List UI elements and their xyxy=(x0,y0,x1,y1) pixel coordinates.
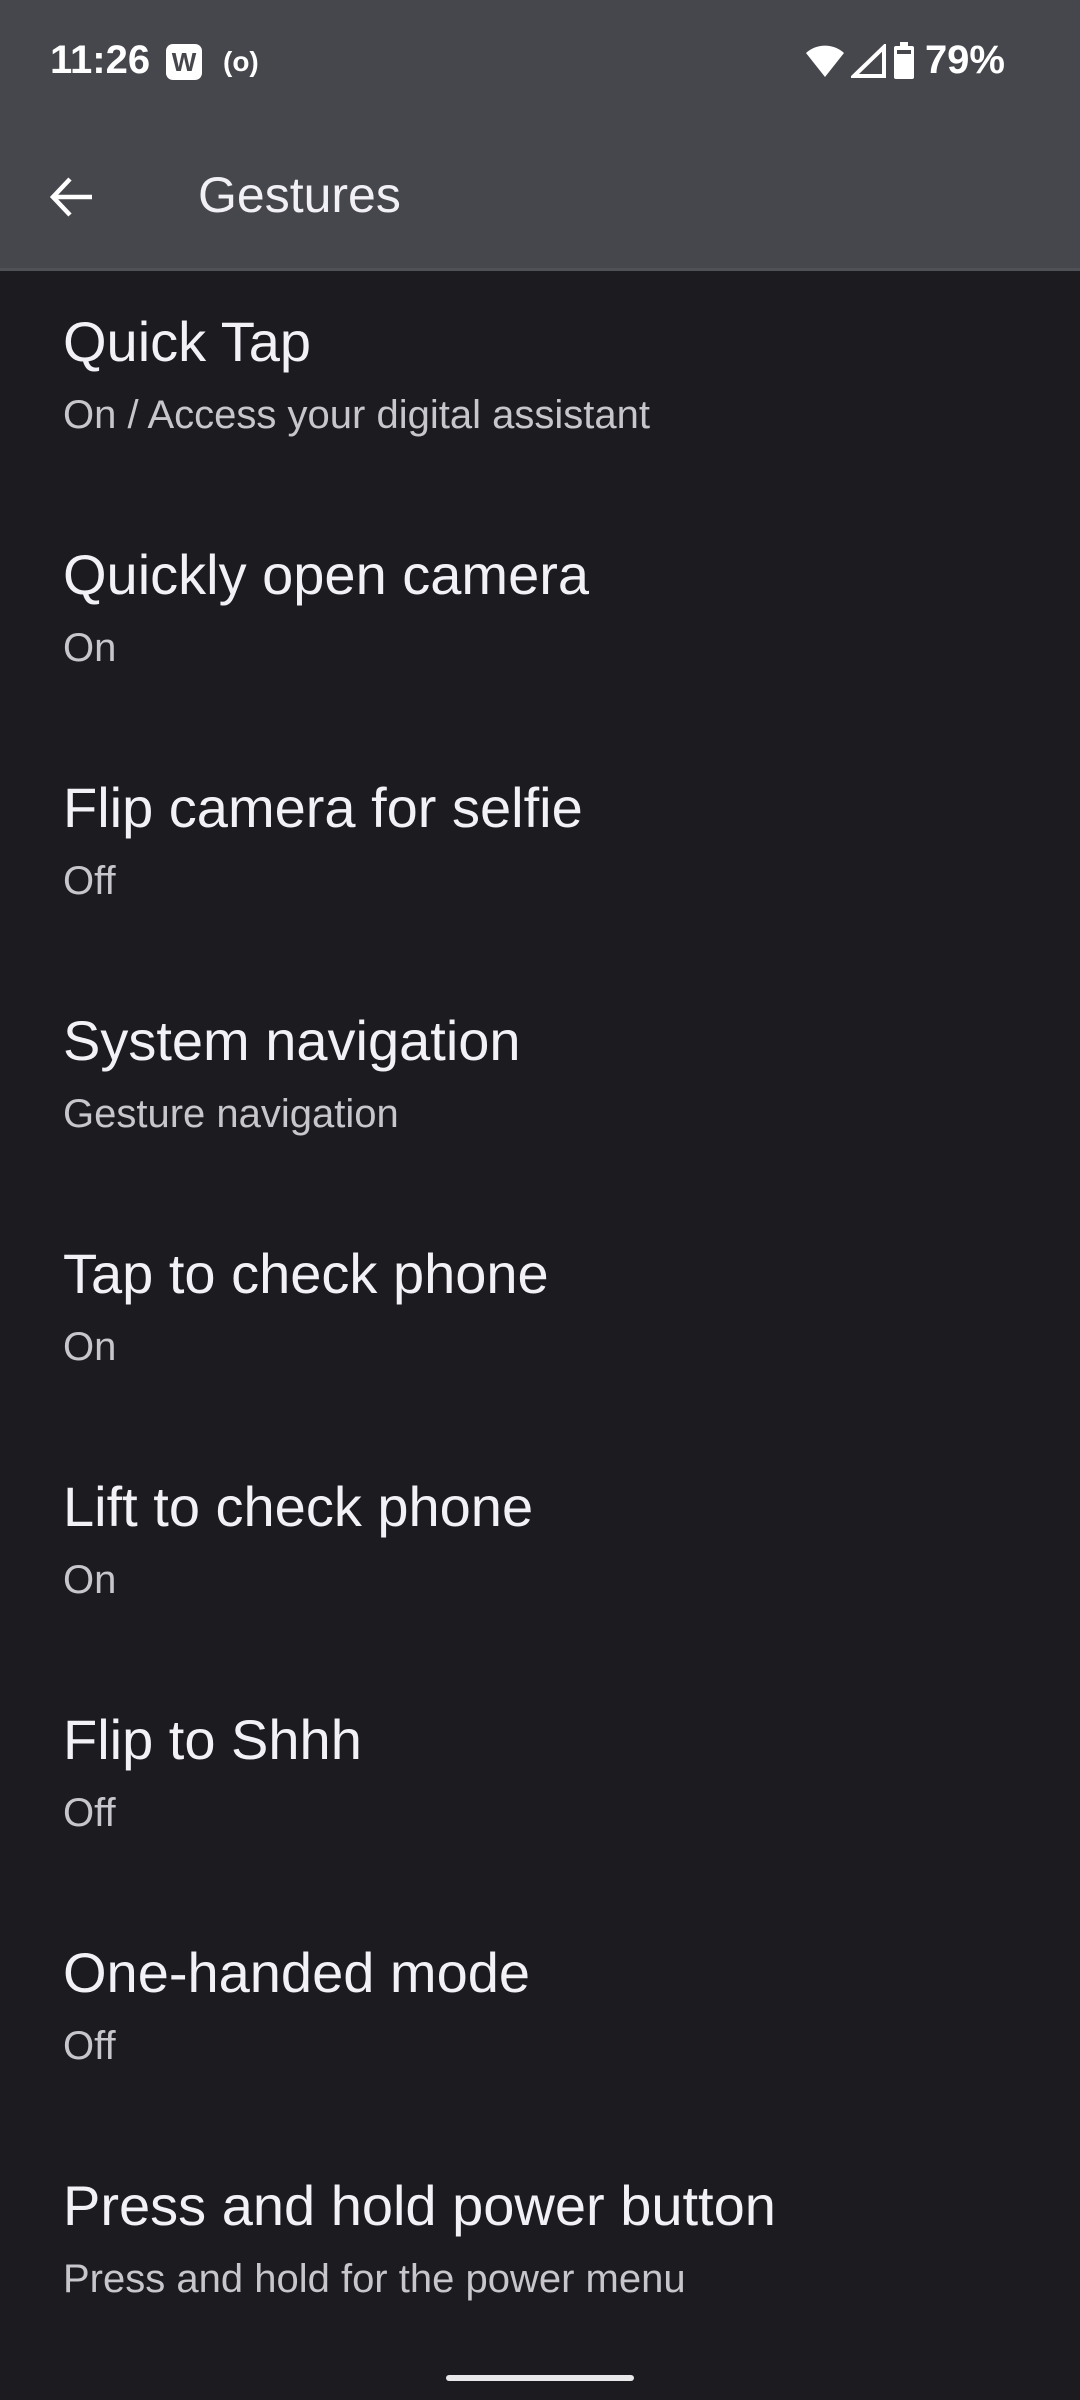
setting-title: Flip camera for selfie xyxy=(63,776,583,839)
settings-list: Quick Tap On / Access your digital assis… xyxy=(0,271,1080,2368)
setting-quick-tap[interactable]: Quick Tap On / Access your digital assis… xyxy=(0,271,1080,504)
setting-summary: On / Access your digital assistant xyxy=(63,393,650,437)
cellular-signal-icon xyxy=(850,43,886,78)
system-status-icons: 79% xyxy=(805,38,1005,83)
hotspot-icon: (o) xyxy=(223,46,259,77)
setting-title: Tap to check phone xyxy=(63,1242,549,1305)
setting-summary: On xyxy=(63,1325,117,1369)
setting-title: Press and hold power button xyxy=(63,2174,776,2237)
setting-flip-camera-for-selfie[interactable]: Flip camera for selfie Off xyxy=(0,737,1080,970)
w-app-icon: W xyxy=(166,44,202,80)
battery-percent: 79% xyxy=(924,38,1005,82)
setting-summary: On xyxy=(63,626,117,670)
page-title: Gestures xyxy=(198,167,401,223)
back-button[interactable] xyxy=(48,173,96,221)
wifi-icon xyxy=(805,45,844,77)
setting-title: Quickly open camera xyxy=(63,543,590,606)
setting-quickly-open-camera[interactable]: Quickly open camera On xyxy=(0,504,1080,737)
setting-system-navigation[interactable]: System navigation Gesture navigation xyxy=(0,970,1080,1203)
top-app-bar: 11:26 W (o) 79% Gestures xyxy=(0,0,1080,271)
setting-flip-to-shhh[interactable]: Flip to Shhh Off xyxy=(0,1669,1080,1902)
setting-lift-to-check-phone[interactable]: Lift to check phone On xyxy=(0,1436,1080,1669)
status-time: 11:26 xyxy=(50,38,151,82)
setting-summary: Off xyxy=(63,859,116,903)
setting-summary: Off xyxy=(63,2024,116,2068)
setting-tap-to-check-phone[interactable]: Tap to check phone On xyxy=(0,1203,1080,1436)
setting-press-and-hold-power-button[interactable]: Press and hold power button Press and ho… xyxy=(0,2135,1080,2368)
status-bar: 11:26 W (o) 79% xyxy=(0,0,1080,124)
setting-title: One-handed mode xyxy=(63,1941,531,2004)
setting-summary: Off xyxy=(63,1791,116,1835)
gesture-navigation-handle[interactable] xyxy=(446,2375,634,2381)
arrow-back-icon xyxy=(49,177,92,217)
setting-summary: On xyxy=(63,1558,117,1602)
setting-one-handed-mode[interactable]: One-handed mode Off xyxy=(0,1902,1080,2135)
battery-icon xyxy=(893,41,914,79)
setting-summary: Gesture navigation xyxy=(63,1092,399,1136)
setting-title: System navigation xyxy=(63,1009,521,1072)
setting-title: Flip to Shhh xyxy=(63,1708,362,1771)
setting-summary: Press and hold for the power menu xyxy=(63,2257,686,2301)
setting-title: Quick Tap xyxy=(63,310,311,373)
setting-title: Lift to check phone xyxy=(63,1475,534,1538)
